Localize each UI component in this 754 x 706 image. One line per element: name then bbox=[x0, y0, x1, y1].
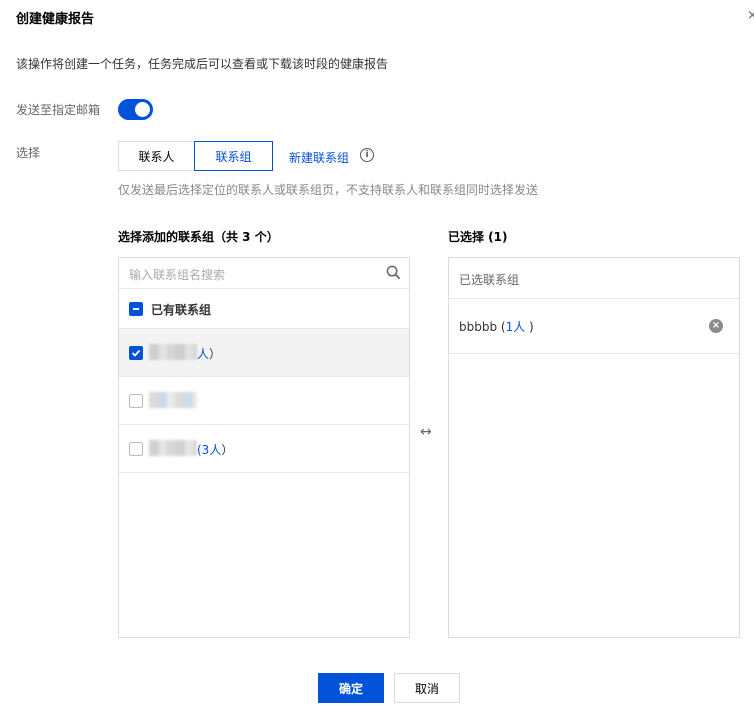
segment-group[interactable]: 联系组 bbox=[194, 141, 273, 171]
select-hint: 仅发送最后选择定位的联系人或联系组页，不支持联系人和联系组同时选择发送 bbox=[118, 183, 539, 197]
list-item[interactable]: (3人） bbox=[119, 425, 409, 473]
select-all-checkbox[interactable] bbox=[129, 302, 143, 316]
left-panel-title: 选择添加的联系组（共 3 个） bbox=[118, 230, 279, 244]
row-count: 人） bbox=[197, 347, 222, 361]
toggle-knob bbox=[135, 102, 150, 117]
checkbox[interactable] bbox=[129, 394, 143, 408]
email-toggle-label: 发送至指定邮箱 bbox=[16, 103, 101, 117]
segment-contact[interactable]: 联系人 bbox=[118, 141, 195, 171]
dialog-title: 创建健康报告 bbox=[16, 12, 95, 27]
group-header-row[interactable]: 已有联系组 bbox=[119, 289, 409, 329]
info-icon[interactable]: i bbox=[360, 148, 374, 162]
redacted-name bbox=[149, 440, 197, 456]
redacted-name bbox=[149, 344, 197, 360]
selected-header: 已选联系组 bbox=[449, 258, 739, 299]
new-group-link[interactable]: 新建联系组 bbox=[289, 149, 349, 166]
search-input[interactable]: 输入联系组名搜索 bbox=[129, 266, 225, 283]
remove-icon[interactable]: × bbox=[709, 319, 723, 333]
redacted-name bbox=[149, 392, 197, 408]
dialog-description: 该操作将创建一个任务，任务完成后可以查看或下载该时段的健康报告 bbox=[16, 57, 389, 71]
group-search[interactable]: 输入联系组名搜索 bbox=[119, 258, 409, 289]
group-header-label: 已有联系组 bbox=[151, 303, 212, 317]
selected-groups-panel: 已选联系组 bbbbb (1人 ) × bbox=[448, 257, 740, 638]
row-count: (3人） bbox=[197, 443, 234, 457]
right-panel-title: 已选择 (1) bbox=[448, 230, 508, 244]
checkbox-checked[interactable] bbox=[129, 346, 143, 360]
list-item[interactable]: 人） bbox=[119, 329, 409, 377]
select-label: 选择 bbox=[16, 146, 41, 160]
email-toggle[interactable] bbox=[118, 99, 153, 120]
close-icon[interactable]: × bbox=[747, 8, 754, 23]
selected-header-label: 已选联系组 bbox=[459, 273, 520, 287]
confirm-button[interactable]: 确定 bbox=[318, 673, 384, 703]
checkbox[interactable] bbox=[129, 442, 143, 456]
search-icon[interactable] bbox=[386, 265, 401, 280]
available-groups-panel: 输入联系组名搜索 已有联系组 人） (3人） bbox=[118, 257, 410, 638]
swap-icon: ↔ bbox=[420, 424, 432, 440]
selected-item: bbbbb (1人 ) × bbox=[449, 299, 739, 354]
selected-item-label: bbbbb (1人 ) bbox=[459, 320, 534, 334]
list-item[interactable] bbox=[119, 377, 409, 425]
cancel-button[interactable]: 取消 bbox=[394, 673, 460, 703]
